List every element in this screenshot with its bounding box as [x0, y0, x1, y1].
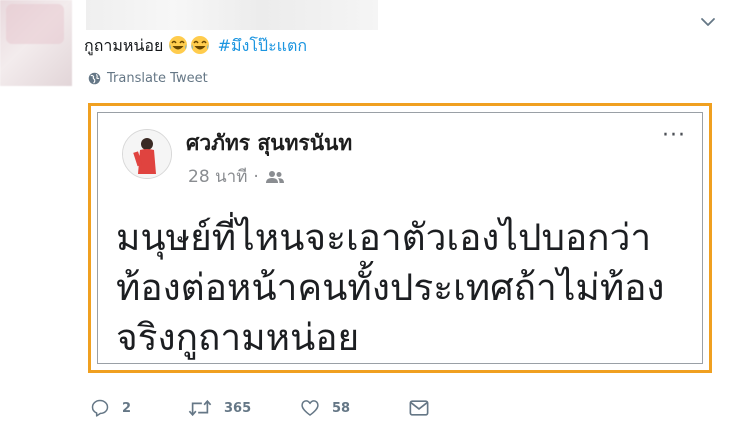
reply-count: 2 [122, 400, 132, 416]
reply-icon [91, 399, 109, 417]
laughing-emoji-icon [191, 36, 210, 54]
chevron-down-icon[interactable] [696, 10, 720, 34]
facebook-post-screenshot: ศวภัทร สุนทรนันท 28 นาที · ··· มนุษย์ที่… [97, 112, 703, 364]
laughing-emoji-icon [169, 36, 188, 54]
retweet-count: 365 [224, 400, 252, 416]
direct-message-button[interactable] [408, 398, 430, 418]
like-count: 58 [332, 400, 351, 416]
post-body-line: จริงกูถามหน่อย [116, 316, 360, 359]
post-author-name: ศวภัทร สุนทรนันท [186, 131, 353, 155]
envelope-icon [409, 400, 429, 416]
retweet-button[interactable]: 365 [188, 398, 300, 418]
post-author-avatar [122, 129, 172, 179]
translate-label: Translate Tweet [107, 71, 208, 86]
meta-separator: · [253, 166, 259, 187]
post-meta: 28 นาที · [188, 163, 285, 190]
author-avatar-blurred[interactable] [0, 0, 72, 86]
embedded-image-highlight[interactable]: ศวภัทร สุนทรนันท 28 นาที · ··· มนุษย์ที่… [88, 103, 712, 373]
like-button[interactable]: 58 [300, 398, 408, 418]
hashtag-link[interactable]: #มึงโป๊ะแตก [218, 36, 308, 55]
author-name-blurred[interactable] [86, 0, 378, 30]
reply-button[interactable]: 2 [90, 398, 188, 418]
person-photo-icon [123, 130, 171, 178]
retweet-icon [188, 399, 212, 417]
post-body: มนุษย์ที่ไหนจะเอาตัวเองไปบอกว่า ท้องต่อห… [116, 213, 692, 363]
post-body-line: ท้องต่อหน้าคนทั้งประเทศถ้าไม่ท้อง [116, 266, 665, 309]
globe-icon [88, 72, 101, 85]
tweet-body-text: กูถามหน่อย [84, 36, 164, 55]
more-options-icon: ··· [662, 123, 686, 148]
post-body-line: มนุษย์ที่ไหนจะเอาตัวเองไปบอกว่า [116, 216, 652, 259]
friends-icon [265, 170, 284, 183]
heart-icon [301, 400, 319, 416]
tweet-actions: 2 365 58 [90, 398, 430, 418]
translate-tweet-link[interactable]: Translate Tweet [88, 71, 208, 86]
post-time: 28 นาที [188, 167, 248, 187]
tweet-text: กูถามหน่อย #มึงโป๊ะแตก [84, 34, 307, 58]
